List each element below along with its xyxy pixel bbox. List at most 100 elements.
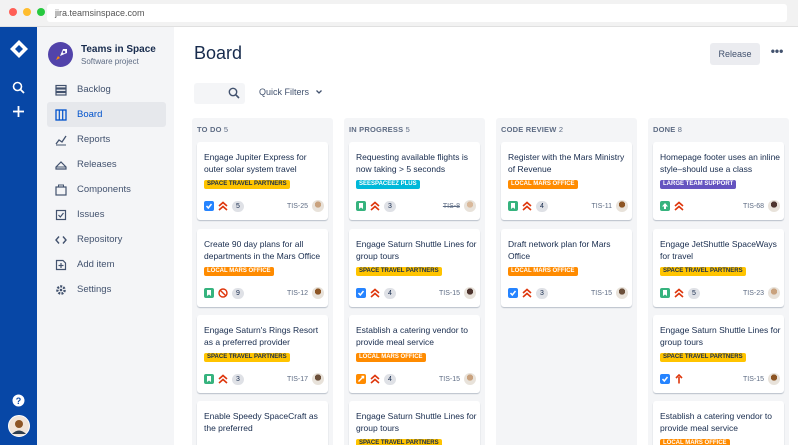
sidebar-item-releases[interactable]: Releases [47, 152, 166, 177]
assignee-avatar[interactable] [768, 200, 780, 212]
issue-card[interactable]: Engage Saturn's Rings Resort as a prefer… [197, 315, 328, 393]
issue-key[interactable]: TIS-15 [591, 290, 612, 297]
issue-key[interactable]: TIS-25 [287, 203, 308, 210]
epic-label[interactable]: SPACE TRAVEL PARTNERS [660, 267, 746, 276]
assignee-avatar[interactable] [312, 200, 324, 212]
project-header[interactable]: Teams in Space Software project [48, 42, 156, 67]
issue-card[interactable]: Enable Speedy SpaceCraft as the preferre… [197, 401, 328, 445]
sidebar-item-label: Issues [77, 209, 105, 220]
user-avatar[interactable] [0, 415, 37, 437]
column-count: 8 [677, 125, 683, 134]
epic-label[interactable]: SPACE TRAVEL PARTNERS [204, 180, 290, 189]
assignee-avatar[interactable] [768, 373, 780, 385]
help-icon[interactable]: ? [0, 394, 37, 407]
reports-icon [55, 135, 67, 145]
assignee-avatar[interactable] [312, 373, 324, 385]
epic-label[interactable]: SPACE TRAVEL PARTNERS [356, 439, 442, 445]
issue-key[interactable]: TIS-12 [287, 290, 308, 297]
assignee-avatar[interactable] [312, 287, 324, 299]
sidebar-item-reports[interactable]: Reports [47, 127, 166, 152]
quick-filters-label: Quick Filters [259, 87, 310, 97]
issue-card[interactable]: Engage JetShuttle SpaceWays for travel SP… [653, 229, 784, 307]
assignee-avatar[interactable] [464, 200, 476, 212]
issue-footer: 3 TIS-15 [508, 287, 628, 299]
issue-card[interactable]: Homepage footer uses an inline style–sho… [653, 142, 784, 220]
browser-titlebar: jira.teamsinspace.com [0, 0, 798, 27]
task-type-icon [660, 374, 670, 384]
issue-key[interactable]: TIS-17 [287, 376, 308, 383]
board-main: Board Release ••• Quick Filters TO DO 5E… [174, 27, 798, 445]
epic-label[interactable]: LOCAL MARS OFFICE [508, 267, 578, 276]
maximize-window-button[interactable] [37, 8, 45, 16]
epic-label[interactable]: LOCAL MARS OFFICE [356, 353, 426, 362]
issue-key[interactable]: TIS-8 [443, 203, 460, 210]
more-actions-button[interactable]: ••• [768, 44, 786, 62]
issue-key[interactable]: TIS-15 [439, 376, 460, 383]
sidebar-item-components[interactable]: Components [47, 177, 166, 202]
assignee-avatar[interactable] [768, 287, 780, 299]
minimize-window-button[interactable] [23, 8, 31, 16]
issue-key[interactable]: TIS-68 [743, 203, 764, 210]
issue-summary: Enable Speedy SpaceCraft as the preferre… [204, 411, 318, 433]
story-points-badge: 3 [232, 373, 244, 385]
page-title: Board [194, 43, 243, 63]
repository-icon [55, 235, 67, 244]
jira-logo-icon[interactable] [0, 39, 37, 59]
issue-key[interactable]: TIS-23 [743, 290, 764, 297]
sidebar-item-board[interactable]: Board [47, 102, 166, 127]
issue-key[interactable]: TIS-11 [592, 203, 613, 210]
issue-summary: Engage Saturn's Rings Resort as a prefer… [204, 325, 319, 347]
issue-card[interactable]: Draft network plan for Mars Office LOCAL … [501, 229, 632, 307]
sidebar-item-issues[interactable]: Issues [47, 202, 166, 227]
sidebar-item-repository[interactable]: Repository [47, 227, 166, 252]
sidebar-item-label: Board [77, 109, 103, 120]
epic-label[interactable]: LOCAL MARS OFFICE [204, 267, 274, 276]
column-count: 2 [558, 125, 564, 134]
search-icon[interactable] [0, 81, 37, 94]
issue-key[interactable]: TIS-15 [743, 376, 764, 383]
epic-label[interactable]: SPACE TRAVEL PARTNERS [660, 353, 746, 362]
issue-card[interactable]: Engage Saturn Shuttle Lines for group to… [349, 401, 480, 445]
sidebar-item-backlog[interactable]: Backlog [47, 77, 166, 102]
issue-card[interactable]: Create 90 day plans for all departments … [197, 229, 328, 307]
epic-label[interactable]: SPACE TRAVEL PARTNERS [356, 267, 442, 276]
story-type-icon [660, 288, 670, 298]
critical-priority-icon [674, 374, 684, 384]
sidebar-item-add-item[interactable]: Add item [47, 252, 166, 277]
chevron-down-icon [316, 90, 322, 94]
board-search-input[interactable] [194, 83, 245, 104]
issue-summary: Engage Saturn Shuttle Lines for group to… [356, 239, 477, 261]
issue-footer: TIS-68 [660, 200, 780, 212]
issue-card[interactable]: Register with the Mars Ministry of Reven… [501, 142, 632, 220]
epic-label[interactable]: LARGE TEAM SUPPORT [660, 180, 737, 189]
backlog-icon [55, 84, 67, 96]
issue-card[interactable]: Establish a catering vendor to provide m… [349, 315, 480, 393]
assignee-avatar[interactable] [464, 287, 476, 299]
epic-label[interactable]: LOCAL MARS OFFICE [508, 180, 578, 189]
highest-priority-icon [370, 288, 380, 298]
issue-card[interactable]: Engage Saturn Shuttle Lines for group to… [653, 315, 784, 393]
sidebar-item-settings[interactable]: Settings [47, 277, 166, 302]
create-icon[interactable] [0, 105, 37, 118]
release-button[interactable]: Release [710, 43, 760, 65]
issue-card[interactable]: Engage Jupiter Express for outer solar s… [197, 142, 328, 220]
quick-filters-dropdown[interactable]: Quick Filters [259, 87, 323, 97]
assignee-avatar[interactable] [616, 200, 628, 212]
issue-summary: Establish a catering vendor to provide m… [356, 325, 468, 347]
issue-card[interactable]: Establish a catering vendor to provide m… [653, 401, 784, 445]
svg-text:?: ? [16, 396, 22, 406]
epic-label[interactable]: LOCAL MARS OFFICE [660, 439, 730, 445]
highest-priority-icon [218, 201, 228, 211]
epic-label[interactable]: SEESPACEEZ PLUS [356, 180, 420, 189]
issue-key[interactable]: TIS-15 [439, 290, 460, 297]
assignee-avatar[interactable] [464, 373, 476, 385]
address-bar[interactable]: jira.teamsinspace.com [47, 4, 787, 22]
assignee-avatar[interactable] [616, 287, 628, 299]
issue-card[interactable]: Requesting available flights is now taki… [349, 142, 480, 220]
epic-label[interactable]: SPACE TRAVEL PARTNERS [204, 353, 290, 362]
close-window-button[interactable] [9, 8, 17, 16]
issue-card[interactable]: Engage Saturn Shuttle Lines for group to… [349, 229, 480, 307]
column-to-do: TO DO 5 Engage Jupiter Express for outer … [192, 118, 333, 445]
issue-footer: 4 TIS-15 [356, 287, 476, 299]
sidebar-item-label: Components [77, 184, 131, 195]
